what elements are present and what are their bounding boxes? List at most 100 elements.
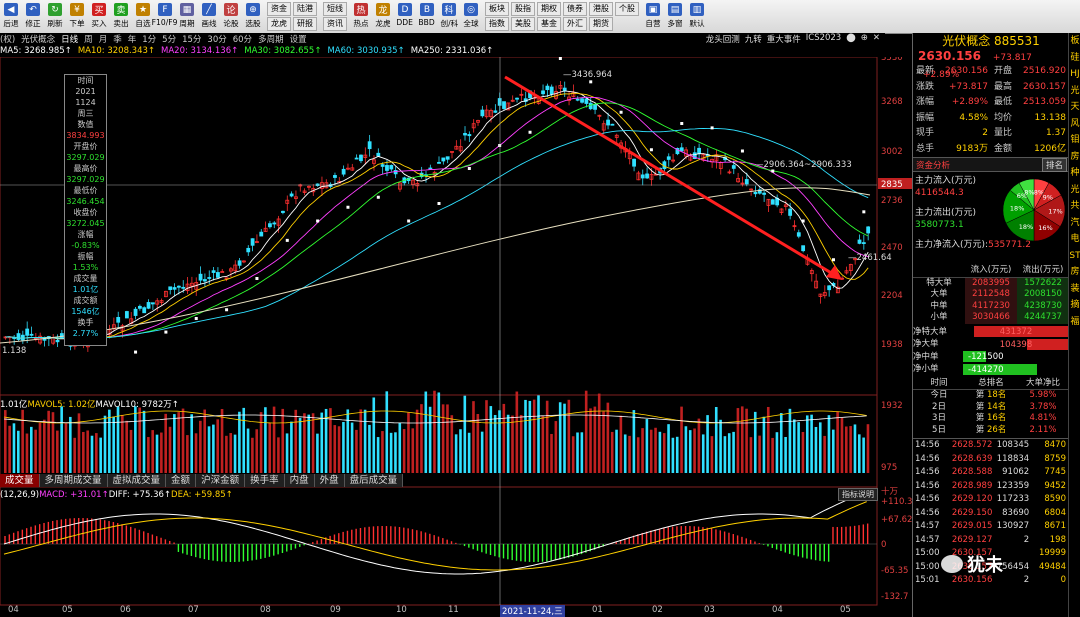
tick-time: 14:56 bbox=[915, 494, 940, 504]
volume-bar bbox=[619, 415, 623, 473]
tick-price: 2628.989 bbox=[951, 480, 993, 491]
tab-right-5[interactable]: ⊕ bbox=[861, 33, 868, 45]
period-tab-5[interactable]: 1分 bbox=[142, 33, 156, 45]
side-sector-6[interactable]: 钼 bbox=[1069, 132, 1080, 149]
volume-bar bbox=[853, 424, 857, 473]
tool-grid-b-item-1[interactable]: 资讯 bbox=[323, 17, 347, 31]
tool-button-5[interactable]: 卖卖出 bbox=[110, 1, 132, 32]
sar-dot bbox=[831, 258, 835, 262]
indicator-tab-0[interactable]: 成交量 bbox=[0, 474, 40, 487]
rank-button[interactable]: 排名 bbox=[1041, 157, 1067, 172]
side-sector-1[interactable]: 硅 bbox=[1069, 50, 1080, 67]
side-sector-17[interactable]: 福 bbox=[1069, 314, 1080, 331]
side-sector-9[interactable]: 光 bbox=[1069, 182, 1080, 199]
period-tab-1[interactable]: 周 bbox=[84, 33, 93, 45]
tool-grid-c-item-10[interactable]: 期货 bbox=[589, 17, 613, 31]
indicator-tab-6[interactable]: 内盘 bbox=[284, 474, 315, 487]
quote-value: 2630.156 bbox=[945, 66, 988, 76]
tool-grid-c-item-6[interactable]: 指数 bbox=[485, 17, 509, 31]
tool-b-button-4[interactable]: 科创/科 bbox=[438, 1, 460, 32]
tab-right-3[interactable]: ICS2023 bbox=[806, 33, 841, 45]
tool-button-6[interactable]: ★ 自选 bbox=[132, 1, 154, 32]
tool-grid-a-item-0[interactable]: 资金 bbox=[267, 2, 291, 16]
tool-b-button-2[interactable]: D DDE bbox=[394, 1, 416, 32]
tab-right-0[interactable]: 龙头回测 bbox=[706, 33, 740, 45]
indicator-help-button[interactable]: 指标说明 bbox=[838, 488, 878, 501]
tool-b-button-0[interactable]: 热热点 bbox=[350, 1, 372, 32]
tab-right-1[interactable]: 九转 bbox=[745, 33, 762, 45]
indicator-tab-4[interactable]: 沪深金额 bbox=[196, 474, 246, 487]
indicator-tab-5[interactable]: 换手率 bbox=[245, 474, 285, 487]
tool-grid-a-item-1[interactable]: 陆港 bbox=[293, 2, 317, 16]
tab-right-4[interactable]: ⬤ bbox=[846, 33, 856, 45]
indicator-tab-8[interactable]: 盘后成交量 bbox=[344, 474, 404, 487]
period-tab-4[interactable]: 年 bbox=[128, 33, 137, 45]
quote-key: 振幅 bbox=[916, 112, 935, 123]
tool-grid-c-item-2[interactable]: 期权 bbox=[537, 2, 561, 16]
side-sector-3[interactable]: 光 bbox=[1069, 83, 1080, 100]
sar-dot bbox=[255, 277, 259, 280]
tool-c-label-1: 多窗 bbox=[667, 19, 683, 28]
tool-grid-b-item-0[interactable]: 短线 bbox=[323, 2, 347, 16]
side-sector-12[interactable]: 电 bbox=[1069, 231, 1080, 248]
tool-c-button-1[interactable]: ▤ 多窗 bbox=[664, 1, 686, 32]
tool-button-3[interactable]: ¥ 下单 bbox=[66, 1, 88, 32]
side-sector-15[interactable]: 装 bbox=[1069, 281, 1080, 298]
side-sector-7[interactable]: 房 bbox=[1069, 149, 1080, 166]
tool-button-2[interactable]: ↻ 刷新 bbox=[44, 1, 66, 32]
tool-grid-c-item-0[interactable]: 板块 bbox=[485, 2, 509, 16]
period-tab-8[interactable]: 30分 bbox=[207, 33, 226, 45]
indicator-tab-3[interactable]: 金额 bbox=[166, 474, 197, 487]
period-tab-6[interactable]: 5分 bbox=[162, 33, 176, 45]
side-sector-2[interactable]: HJ bbox=[1069, 66, 1080, 83]
tool-grid-c-item-1[interactable]: 股指 bbox=[511, 2, 535, 16]
tool-b-button-1[interactable]: 龙龙虎 bbox=[372, 1, 394, 32]
tool-grid-c-item-8[interactable]: 基金 bbox=[537, 17, 561, 31]
tool-button-1[interactable]: ↶ 修正 bbox=[22, 1, 44, 32]
side-sector-0[interactable]: 板 bbox=[1069, 33, 1080, 50]
tool-c-button-0[interactable]: ▣ 自营 bbox=[642, 1, 664, 32]
period-tab-7[interactable]: 15分 bbox=[182, 33, 201, 45]
tool-grid-c-item-4[interactable]: 港股 bbox=[589, 2, 613, 16]
tool-grid-c-item-9[interactable]: 外汇 bbox=[563, 17, 587, 31]
period-tab-0[interactable]: 日线 bbox=[61, 33, 78, 45]
volume-bar bbox=[788, 408, 792, 473]
tool-grid-a-item-2[interactable]: 龙虎 bbox=[267, 17, 291, 31]
tool-button-9[interactable]: ╱ 画线 bbox=[198, 1, 220, 32]
side-sector-4[interactable]: 天 bbox=[1069, 99, 1080, 116]
tool-grid-c-item-7[interactable]: 美股 bbox=[511, 17, 535, 31]
tool-grid-c-item-3[interactable]: 债券 bbox=[563, 2, 587, 16]
tool-b-button-5[interactable]: ◎ 全球 bbox=[460, 1, 482, 32]
tool-button-11[interactable]: ⊕ 选股 bbox=[242, 1, 264, 32]
period-tab-2[interactable]: 月 bbox=[99, 33, 108, 45]
side-sector-13[interactable]: ST bbox=[1069, 248, 1080, 265]
stock-chart[interactable]: 3530 3268 3002 2736 2470 2204 1938 2835 1932 975 十… bbox=[0, 57, 912, 617]
side-sector-16[interactable]: 摘 bbox=[1069, 297, 1080, 314]
tool-grid-c-item-5[interactable]: 个股 bbox=[615, 2, 639, 16]
tab-right-6[interactable]: ✕ bbox=[873, 33, 880, 45]
indicator-tab-2[interactable]: 虚拟成交量 bbox=[107, 474, 167, 487]
tool-grid-a-item-3[interactable]: 研报 bbox=[293, 17, 317, 31]
quote-row-3: 振幅 4.58% 均价 13.138 bbox=[913, 111, 1069, 127]
side-sector-10[interactable]: 共 bbox=[1069, 198, 1080, 215]
tool-b-button-3[interactable]: B BBD bbox=[416, 1, 438, 32]
tool-button-4[interactable]: 买买入 bbox=[88, 1, 110, 32]
tab-right-2[interactable]: 重大事件 bbox=[767, 33, 801, 45]
tool-button-7[interactable]: F F10/F9 bbox=[152, 1, 178, 32]
quote-row-0: 最新 2630.156 开盘 2516.920 bbox=[913, 64, 1069, 80]
side-sector-5[interactable]: 风 bbox=[1069, 116, 1080, 133]
period-tab-10[interactable]: 多周期 bbox=[258, 33, 284, 45]
indicator-tab-7[interactable]: 外盘 bbox=[314, 474, 345, 487]
indicator-tab-1[interactable]: 多周期成交量 bbox=[39, 474, 108, 487]
side-sector-14[interactable]: 房 bbox=[1069, 264, 1080, 281]
volume-bar bbox=[194, 433, 198, 473]
side-sector-8[interactable]: 种 bbox=[1069, 165, 1080, 182]
tool-button-10[interactable]: 论论股 bbox=[220, 1, 242, 32]
tool-button-8[interactable]: ▦ 周期 bbox=[176, 1, 198, 32]
period-tab-9[interactable]: 60分 bbox=[233, 33, 252, 45]
tool-c-button-2[interactable]: ▥ 默认 bbox=[686, 1, 708, 32]
period-tab-11[interactable]: 设置 bbox=[290, 33, 307, 45]
period-tab-3[interactable]: 季 bbox=[113, 33, 122, 45]
side-sector-11[interactable]: 汽 bbox=[1069, 215, 1080, 232]
tool-button-0[interactable]: ◀ 后退 bbox=[0, 1, 22, 32]
